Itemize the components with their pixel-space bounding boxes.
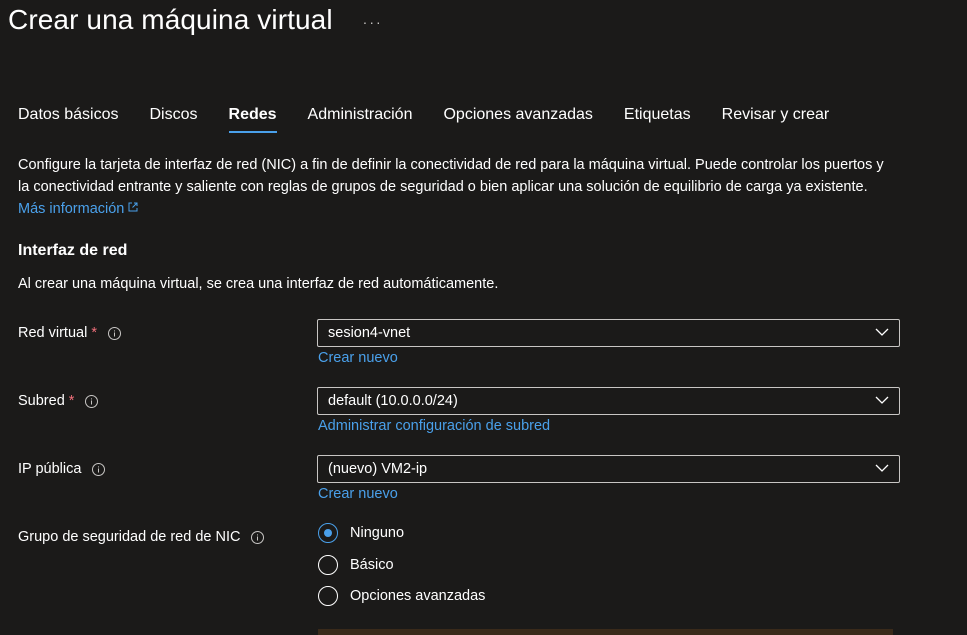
title-row: Crear una máquina virtual ···	[8, 4, 383, 36]
vnet-create-new-link[interactable]: Crear nuevo	[318, 350, 398, 366]
vnet-label-group: Red virtual *	[18, 325, 121, 341]
subnet-label-group: Subred *	[18, 393, 99, 409]
more-info-link[interactable]: Más información	[18, 201, 138, 217]
tab-administracion[interactable]: Administración	[308, 106, 413, 133]
vnet-label: Red virtual	[18, 325, 88, 341]
more-info-link-label[interactable]: Más información	[18, 201, 124, 217]
nsg-option-label: Opciones avanzadas	[350, 588, 486, 604]
tab-discos[interactable]: Discos	[150, 106, 198, 133]
create-vm-page: Crear una máquina virtual ··· Datos bási…	[0, 0, 967, 635]
more-options-button[interactable]: ···	[363, 14, 383, 30]
vnet-value: sesion4-vnet	[328, 325, 411, 341]
public-ip-label-group: IP pública	[18, 461, 106, 477]
required-marker: *	[91, 325, 97, 341]
chevron-down-icon	[875, 464, 889, 472]
manage-subnet-link[interactable]: Administrar configuración de subred	[318, 418, 550, 434]
public-ip-value: (nuevo) VM2-ip	[328, 461, 428, 477]
nsg-option-label: Ninguno	[350, 525, 405, 541]
chevron-down-icon	[875, 396, 889, 404]
page-title: Crear una máquina virtual	[8, 4, 333, 35]
public-ip-create-new-link[interactable]: Crear nuevo	[318, 486, 398, 502]
subnet-label: Subred	[18, 393, 65, 409]
radio-button[interactable]	[318, 586, 338, 606]
tab-datos-basicos[interactable]: Datos básicos	[18, 106, 119, 133]
info-icon[interactable]	[251, 530, 265, 544]
external-link-icon	[128, 202, 138, 212]
chevron-down-icon	[875, 328, 889, 336]
section-title: Interfaz de red	[18, 242, 128, 259]
subnet-value: default (10.0.0.0/24)	[328, 393, 458, 409]
nsg-option-avanzadas[interactable]: Opciones avanzadas	[318, 586, 485, 606]
public-ip-label: IP pública	[18, 461, 82, 477]
tab-bar: Datos básicos Discos Redes Administració…	[18, 106, 860, 133]
intro-description: Configure la tarjeta de interfaz de red …	[18, 154, 898, 220]
radio-button[interactable]	[318, 555, 338, 575]
tab-opciones-avanzadas[interactable]: Opciones avanzadas	[443, 106, 592, 133]
nsg-label: Grupo de seguridad de red de NIC	[18, 529, 241, 545]
radio-button-checked[interactable]	[318, 523, 338, 543]
info-icon[interactable]	[107, 326, 121, 340]
warning-banner-edge	[318, 629, 893, 635]
public-ip-dropdown[interactable]: (nuevo) VM2-ip	[317, 455, 900, 483]
subnet-dropdown[interactable]: default (10.0.0.0/24)	[317, 387, 900, 415]
nsg-option-ninguno[interactable]: Ninguno	[318, 523, 404, 543]
info-icon[interactable]	[92, 462, 106, 476]
info-icon[interactable]	[85, 394, 99, 408]
nsg-option-basico[interactable]: Básico	[318, 555, 394, 575]
nsg-option-label: Básico	[350, 557, 394, 573]
tab-redes[interactable]: Redes	[228, 106, 277, 133]
tab-etiquetas[interactable]: Etiquetas	[624, 106, 691, 133]
section-description: Al crear una máquina virtual, se crea un…	[18, 276, 499, 292]
vnet-dropdown[interactable]: sesion4-vnet	[317, 319, 900, 347]
tab-revisar-y-crear[interactable]: Revisar y crear	[722, 106, 830, 133]
nsg-label-group: Grupo de seguridad de red de NIC	[18, 529, 265, 545]
required-marker: *	[68, 393, 75, 409]
intro-text: Configure la tarjeta de interfaz de red …	[18, 157, 884, 195]
